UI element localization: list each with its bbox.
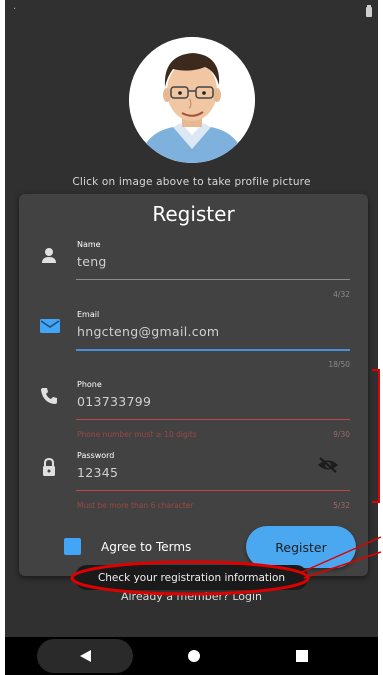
agree-label: Agree to Terms <box>101 540 192 554</box>
phone-error: Phone number must ≥ 10 digits <box>77 430 197 439</box>
password-input[interactable]: 12345 <box>77 465 118 480</box>
password-underline <box>76 490 350 491</box>
email-counter: 18/50 <box>328 360 350 369</box>
navigation-bar <box>5 637 378 675</box>
name-counter: 4/32 <box>333 290 350 299</box>
name-underline <box>76 279 350 280</box>
register-button[interactable]: Register <box>246 526 356 568</box>
profile-picture[interactable] <box>129 37 255 163</box>
visibility-off-icon[interactable] <box>317 457 339 473</box>
name-label: Name <box>77 240 101 249</box>
password-counter: 5/32 <box>333 501 350 510</box>
home-icon[interactable] <box>188 650 200 662</box>
phone-input[interactable]: 013733799 <box>77 394 151 409</box>
page-title: Register <box>152 202 235 226</box>
battery-icon <box>366 5 372 17</box>
password-error: Must be more than 6 character <box>77 501 194 510</box>
phone-counter: 9/30 <box>333 430 350 439</box>
password-label: Password <box>77 451 115 460</box>
back-icon[interactable] <box>78 649 92 663</box>
profile-hint: Click on image above to take profile pic… <box>72 176 311 188</box>
login-link[interactable]: Already a member? Login <box>5 590 378 603</box>
avatar-illustration <box>129 37 255 163</box>
lock-icon <box>43 457 55 476</box>
email-label: Email <box>77 310 100 319</box>
phone-icon <box>41 388 57 404</box>
email-input[interactable]: hngcteng@gmail.com <box>77 324 219 339</box>
person-icon <box>42 248 56 263</box>
register-card: Register Name teng 4/32 Email hngcteng@g… <box>19 194 368 576</box>
recents-icon[interactable] <box>296 650 308 662</box>
phone-underline <box>76 419 350 420</box>
status-indicator: · <box>13 4 17 15</box>
phone-screen: · Click on image above to take profile p… <box>5 0 378 675</box>
email-icon <box>40 319 60 333</box>
status-bar: · <box>5 0 378 22</box>
email-underline <box>76 349 350 351</box>
name-input[interactable]: teng <box>77 254 107 269</box>
phone-label: Phone <box>77 380 102 389</box>
toast-message: Check your registration information <box>75 565 308 590</box>
agree-checkbox[interactable] <box>64 538 81 555</box>
